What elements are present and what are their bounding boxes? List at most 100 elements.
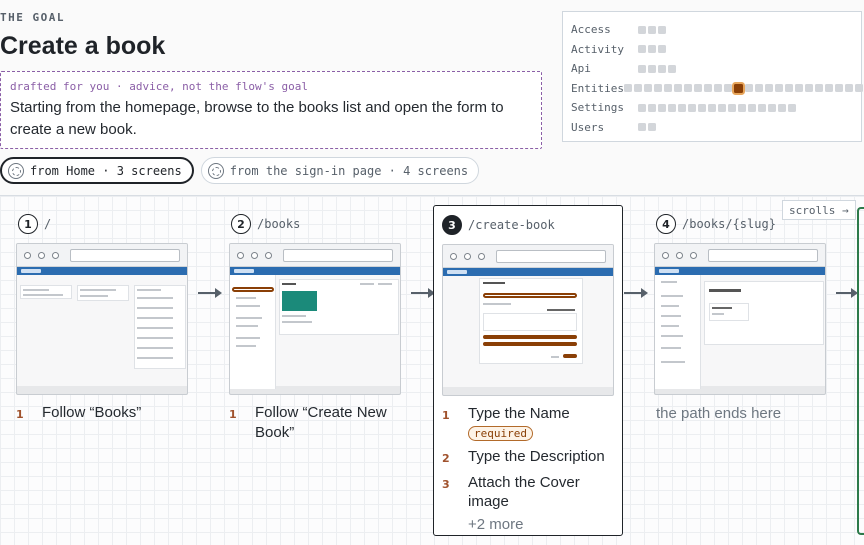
- heat-cell[interactable]: [778, 103, 786, 112]
- heat-row-label: Access: [571, 23, 611, 37]
- heat-cell[interactable]: [814, 83, 823, 92]
- heat-cell[interactable]: [794, 83, 803, 92]
- heat-row: Settings: [571, 98, 853, 118]
- heat-cell[interactable]: [688, 103, 696, 112]
- screen-thumbnail[interactable]: [442, 244, 614, 396]
- heat-cell[interactable]: [693, 83, 702, 92]
- heat-cell[interactable]: [638, 123, 646, 132]
- route-chip-signin[interactable]: from the sign-in page · 4 screens: [200, 157, 480, 184]
- heat-cell[interactable]: [788, 103, 796, 112]
- heat-cell[interactable]: [774, 83, 783, 92]
- flow-arrow: [198, 288, 222, 298]
- browser-bar: [17, 244, 187, 267]
- heat-cell[interactable]: [683, 83, 692, 92]
- heat-cell[interactable]: [648, 103, 656, 112]
- next-column-edge: [857, 207, 864, 535]
- heat-cell[interactable]: [623, 83, 632, 92]
- heat-cell[interactable]: [643, 83, 652, 92]
- screen-thumbnail[interactable]: [229, 243, 401, 395]
- heat-cell[interactable]: [744, 83, 753, 92]
- flow-arrow: [836, 288, 858, 298]
- action-item[interactable]: 3 Attach the Cover image: [442, 473, 622, 512]
- flow-step-3[interactable]: 3 /create-book 1 Type the Name required 2…: [433, 205, 623, 536]
- screen-thumbnail[interactable]: [654, 243, 826, 395]
- heat-cell-current[interactable]: [733, 83, 743, 93]
- heat-cell[interactable]: [723, 83, 732, 92]
- heat-cell[interactable]: [738, 103, 746, 112]
- screen-thumbnail[interactable]: [16, 243, 188, 395]
- heat-cell[interactable]: [668, 103, 676, 112]
- heat-cell[interactable]: [658, 64, 666, 73]
- action-text: Type the Name: [468, 405, 570, 422]
- route-chip-home[interactable]: from Home · 3 screens: [0, 157, 194, 184]
- heat-cell[interactable]: [718, 103, 726, 112]
- heat-cell[interactable]: [633, 83, 642, 92]
- action-item[interactable]: 1 Follow “Books”: [16, 403, 206, 425]
- flow-step-4[interactable]: 4 /books/{slug} the path ends here: [654, 205, 844, 422]
- step-path: /: [44, 217, 52, 231]
- action-number: 2: [442, 452, 450, 465]
- heat-row-label: Entities: [571, 81, 624, 95]
- heat-cell[interactable]: [854, 83, 863, 92]
- page-content: [655, 275, 825, 389]
- step-header: 3 /create-book: [434, 206, 622, 244]
- heat-cell[interactable]: [638, 64, 646, 73]
- heat-row: Api: [571, 59, 853, 79]
- heat-cells: [623, 83, 863, 93]
- heat-cells: [638, 103, 796, 112]
- flow-arrow: [624, 288, 648, 298]
- heat-cell[interactable]: [658, 25, 666, 34]
- heat-cell[interactable]: [844, 83, 853, 92]
- heat-cell[interactable]: [668, 64, 676, 73]
- heat-cell[interactable]: [784, 83, 793, 92]
- goal-eyebrow: THE GOAL: [0, 11, 65, 24]
- action-item[interactable]: 1 Type the Name required: [442, 404, 622, 443]
- goal-title: Create a book: [0, 32, 166, 60]
- action-text: Attach the Cover image: [468, 473, 580, 511]
- action-item[interactable]: 1 Follow “Create New Book”: [229, 403, 419, 442]
- route-chip-label: from Home · 3 screens: [30, 163, 182, 178]
- page-content: [17, 275, 187, 386]
- heat-cell[interactable]: [658, 103, 666, 112]
- heat-row-label: Activity: [571, 42, 624, 56]
- heat-cell[interactable]: [648, 45, 656, 54]
- heat-cell[interactable]: [648, 123, 656, 132]
- heat-cell[interactable]: [698, 103, 706, 112]
- action-text: Follow “Create New Book”: [255, 404, 387, 441]
- action-item[interactable]: 2 Type the Description: [442, 447, 622, 469]
- heat-cell[interactable]: [638, 103, 646, 112]
- heat-cell[interactable]: [648, 25, 656, 34]
- browser-bar: [655, 244, 825, 267]
- route-icon: [207, 162, 224, 179]
- heat-cell[interactable]: [764, 83, 773, 92]
- heat-cell[interactable]: [678, 103, 686, 112]
- app-header: [655, 267, 825, 275]
- heat-cell[interactable]: [653, 83, 662, 92]
- step-actions: 1 Follow “Books”: [16, 403, 206, 425]
- heat-cell[interactable]: [638, 45, 646, 54]
- heat-cell[interactable]: [768, 103, 776, 112]
- heat-cell[interactable]: [804, 83, 813, 92]
- flow-step-2[interactable]: 2 /books 1 Follow “Create New Book”: [229, 205, 419, 446]
- heat-row: Access: [571, 20, 853, 40]
- heat-cell[interactable]: [748, 103, 756, 112]
- flow-step-1[interactable]: 1 / 1 Follow “Books”: [16, 205, 206, 429]
- heat-cell[interactable]: [638, 25, 646, 34]
- heat-cell[interactable]: [754, 83, 763, 92]
- heat-cell[interactable]: [824, 83, 833, 92]
- action-number: 1: [16, 408, 24, 421]
- heat-cell[interactable]: [713, 83, 722, 92]
- heat-cell[interactable]: [648, 64, 656, 73]
- heat-cell[interactable]: [708, 103, 716, 112]
- heat-cell[interactable]: [703, 83, 712, 92]
- heat-cell[interactable]: [834, 83, 843, 92]
- more-actions-link[interactable]: +2 more: [442, 516, 622, 533]
- heat-cell[interactable]: [663, 83, 672, 92]
- heat-cell[interactable]: [728, 103, 736, 112]
- heat-row-label: Settings: [571, 101, 624, 115]
- heat-cell[interactable]: [658, 45, 666, 54]
- heat-row: Users: [571, 118, 853, 138]
- heat-cell[interactable]: [758, 103, 766, 112]
- heat-cells: [638, 64, 676, 73]
- heat-cell[interactable]: [673, 83, 682, 92]
